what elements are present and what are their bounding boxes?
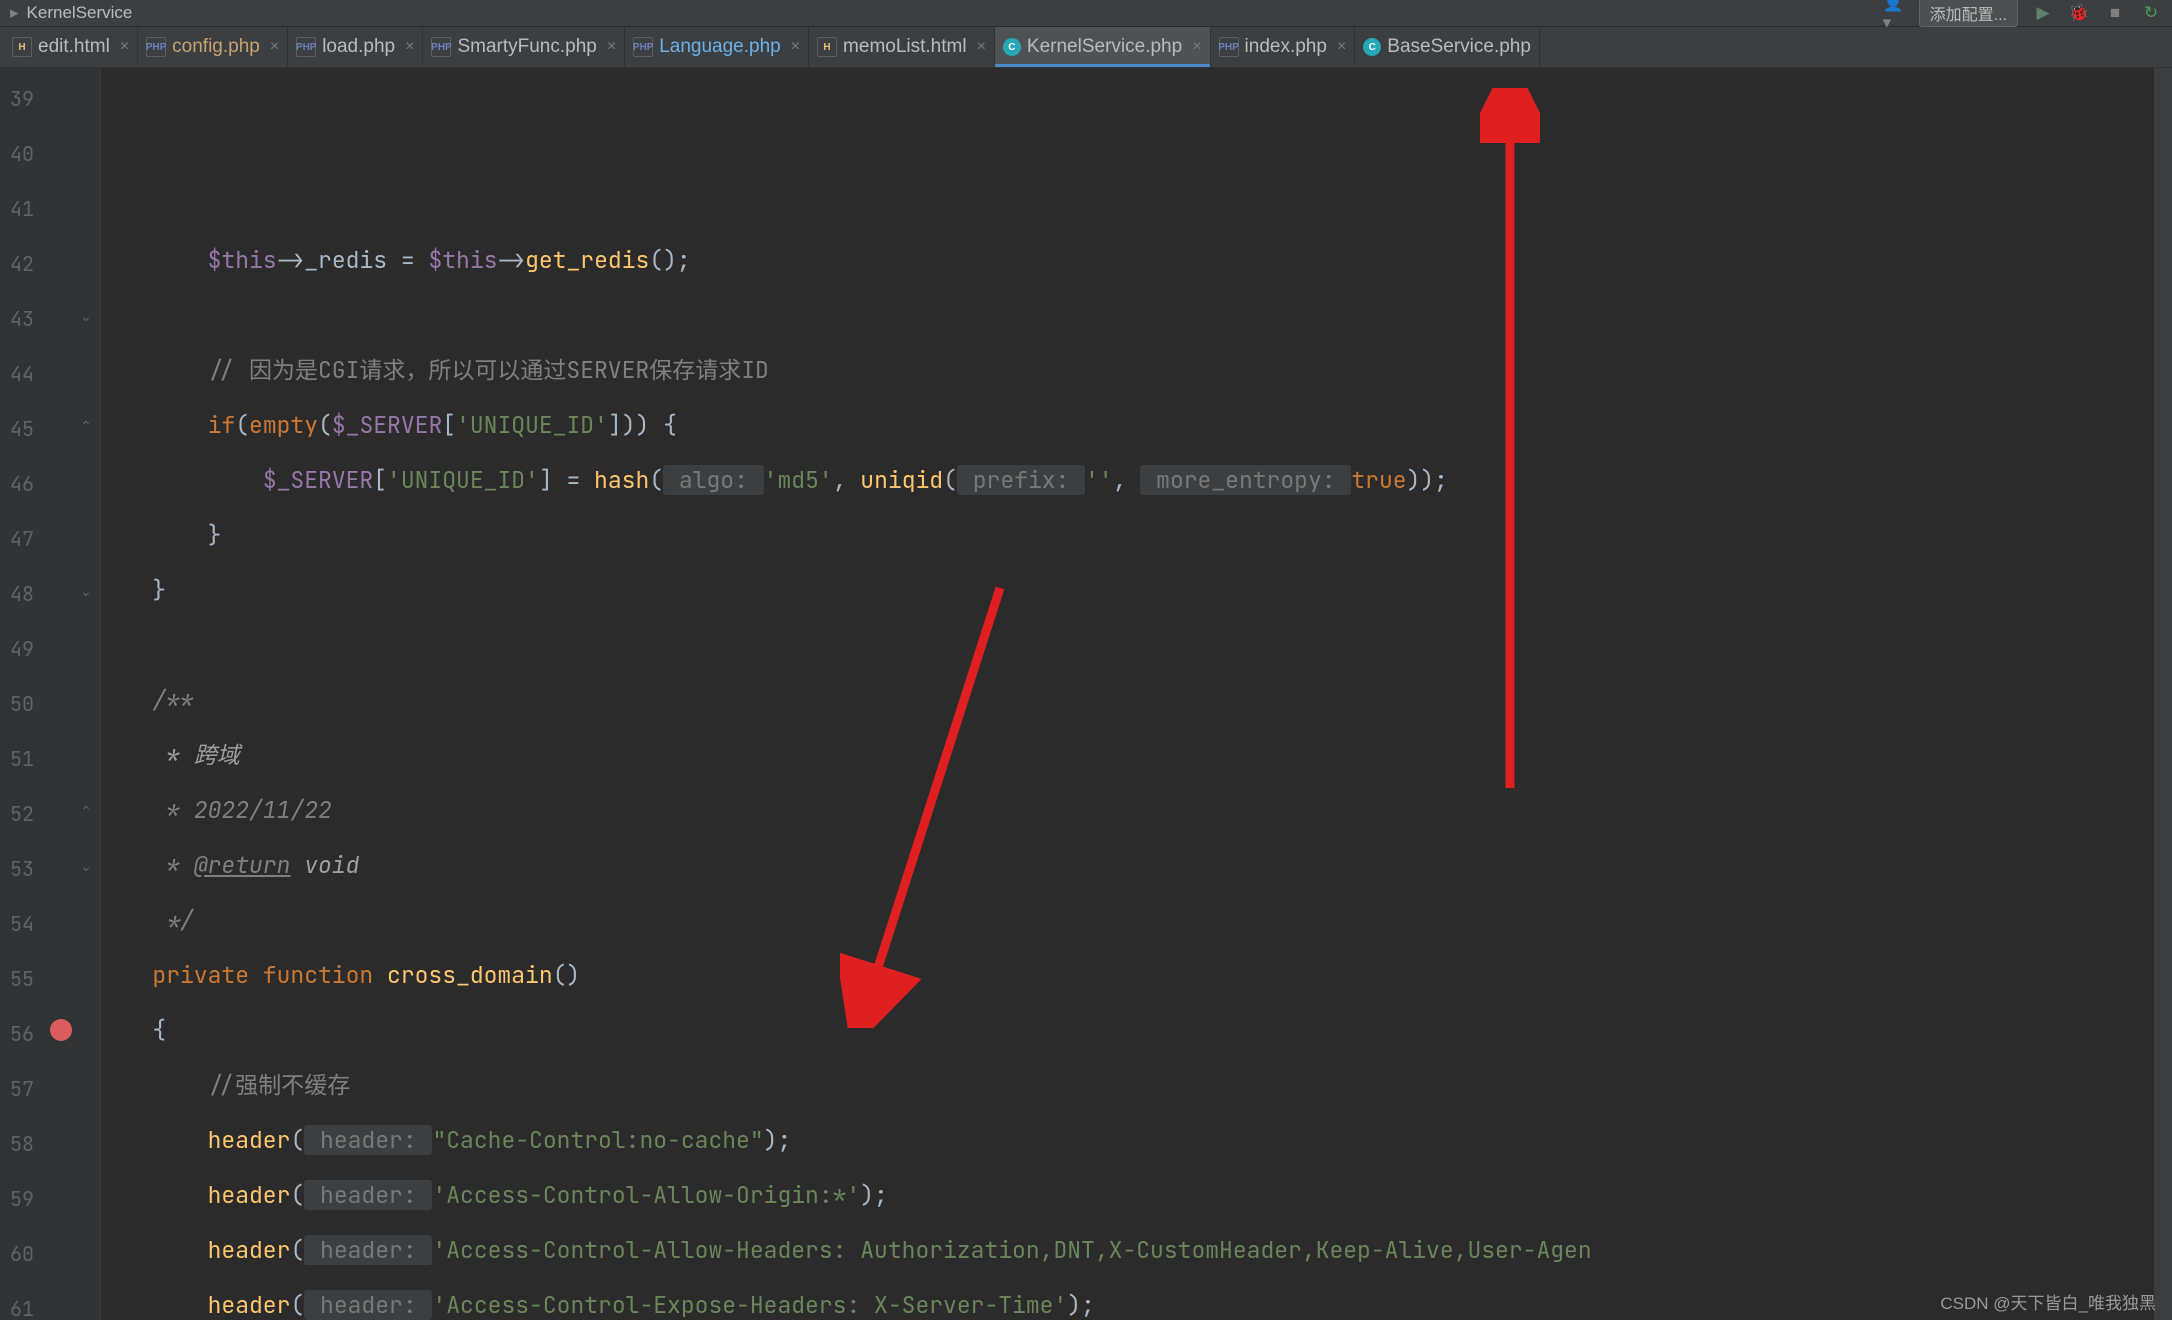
line-number: 59 (0, 1172, 40, 1227)
tab-KernelService-php[interactable]: C KernelService.php × (995, 27, 1211, 67)
code-area[interactable]: $this->_redis = $this->get_redis(); // 因… (101, 68, 2172, 1320)
php-file-icon: PHP (431, 37, 451, 57)
fold-marker[interactable]: ⌃ (78, 418, 94, 435)
tab-label: index.php (1245, 36, 1327, 58)
close-icon[interactable]: × (405, 38, 414, 56)
add-configuration-button[interactable]: 添加配置... (1919, 0, 2018, 27)
line-number: 49 (0, 622, 40, 677)
close-icon[interactable]: × (270, 38, 279, 56)
tab-label: KernelService.php (1027, 36, 1182, 58)
tab-label: BaseService.php (1387, 36, 1531, 58)
debug-icon[interactable]: 🐞 (2068, 2, 2090, 24)
line-number: 41 (0, 182, 40, 237)
line-number: 47 (0, 512, 40, 567)
tab-label: edit.html (38, 36, 110, 58)
close-icon[interactable]: × (607, 38, 616, 56)
breakpoint-marker[interactable] (50, 1019, 72, 1041)
fold-marker[interactable]: ⌄ (78, 858, 94, 875)
tab-label: memoList.html (843, 36, 967, 58)
title-bar: ▸ KernelService 👤▾ 添加配置... ▶ 🐞 ■ ↻ (0, 0, 2172, 27)
close-icon[interactable]: × (1337, 38, 1346, 56)
php-file-icon: PHP (296, 37, 316, 57)
close-icon[interactable]: × (791, 38, 800, 56)
tab-config-php[interactable]: PHP config.php × (138, 27, 288, 67)
line-number: 57 (0, 1062, 40, 1117)
line-number: 50 (0, 677, 40, 732)
line-number: 61 (0, 1282, 40, 1320)
line-number: 43 (0, 292, 40, 347)
tab-edit-html[interactable]: Hedit.html × (4, 27, 138, 67)
tab-Language-php[interactable]: PHP Language.php × (625, 27, 809, 67)
php-file-icon: PHP (633, 37, 653, 57)
html-file-icon: H (817, 37, 837, 57)
tab-memoList-html[interactable]: HmemoList.html × (809, 27, 995, 67)
tab-index-php[interactable]: PHP index.php × (1211, 27, 1356, 67)
window-title: KernelService (27, 3, 133, 23)
line-number: 44 (0, 347, 40, 402)
html-file-icon: H (12, 37, 32, 57)
code-editor: 3940414243444546474849505152535455565758… (0, 68, 2172, 1320)
project-menu-icon[interactable]: ▸ (10, 3, 19, 23)
tab-label: SmartyFunc.php (457, 36, 596, 58)
tab-label: load.php (322, 36, 395, 58)
stop-icon[interactable]: ■ (2104, 2, 2126, 24)
line-numbers: 3940414243444546474849505152535455565758… (0, 68, 40, 1320)
line-number: 54 (0, 897, 40, 952)
annotation-arrow-2 (840, 578, 1040, 1028)
php-file-icon: PHP (146, 37, 166, 57)
fold-marker[interactable]: ⌃ (78, 803, 94, 820)
line-number: 42 (0, 237, 40, 292)
fold-marker[interactable]: ⌄ (78, 308, 94, 325)
line-number: 55 (0, 952, 40, 1007)
tab-SmartyFunc-php[interactable]: PHP SmartyFunc.php × (423, 27, 625, 67)
watermark: CSDN @天下皆白_唯我独黑 (1940, 1289, 2156, 1314)
close-icon[interactable]: × (977, 38, 986, 56)
gutter-markers[interactable]: ⌄ ⌃ ⌄ ⌃ ⌄ (40, 68, 101, 1320)
line-number: 39 (0, 72, 40, 127)
php-file-icon: PHP (1219, 37, 1239, 57)
annotation-arrow-1 (1480, 88, 1540, 798)
tab-label: config.php (172, 36, 260, 58)
line-number: 40 (0, 127, 40, 182)
tab-load-php[interactable]: PHP load.php × (288, 27, 423, 67)
run-icon[interactable]: ▶ (2032, 2, 2054, 24)
close-icon[interactable]: × (120, 38, 129, 56)
line-number: 51 (0, 732, 40, 787)
scrollbar[interactable] (2154, 68, 2172, 1320)
class-file-icon: C (1363, 38, 1381, 56)
line-number: 58 (0, 1117, 40, 1172)
line-number: 52 (0, 787, 40, 842)
close-icon[interactable]: × (1192, 38, 1201, 56)
user-icon[interactable]: 👤▾ (1883, 2, 1905, 24)
line-number: 48 (0, 567, 40, 622)
more-icon[interactable]: ↻ (2140, 2, 2162, 24)
line-number: 46 (0, 457, 40, 512)
line-number: 56 (0, 1007, 40, 1062)
line-number: 60 (0, 1227, 40, 1282)
line-number: 45 (0, 402, 40, 457)
editor-tabs: Hedit.html×PHPconfig.php×PHPload.php×PHP… (0, 27, 2172, 68)
class-file-icon: C (1003, 38, 1021, 56)
fold-marker[interactable]: ⌄ (78, 583, 94, 600)
line-number: 53 (0, 842, 40, 897)
tab-BaseService-php[interactable]: C BaseService.php (1355, 27, 1540, 67)
tab-label: Language.php (659, 36, 781, 58)
